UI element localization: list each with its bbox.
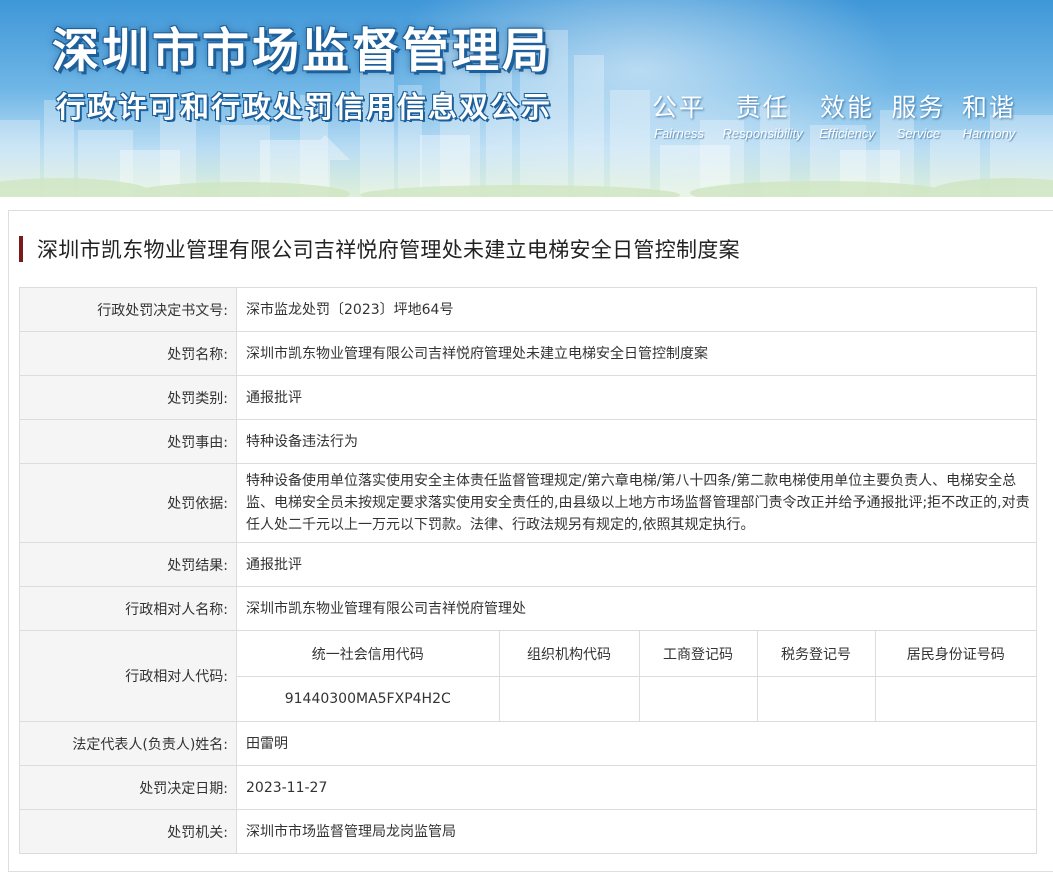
- codes-value: [874, 676, 1036, 721]
- slogan-cn: 责任: [735, 93, 790, 122]
- slogan-bar: 公平 Fairness 责任 Responsibility 效能 Efficie…: [652, 88, 1016, 141]
- table-row: 处罚依据: 特种设备使用单位落实使用安全主体责任监督管理规定/第六章电梯/第八十…: [19, 463, 1037, 543]
- slogan-cn: 公平: [652, 93, 707, 122]
- slogan-responsibility: 责任 Responsibility: [723, 88, 803, 141]
- slogan-en: Efficiency: [819, 126, 875, 141]
- codes-value: [638, 676, 757, 721]
- row-label: 处罚类别:: [19, 375, 237, 420]
- title-accent-bar: [19, 236, 23, 262]
- table-row-codes: 行政相对人代码: 统一社会信用代码 组织机构代码 工商登记码 税务登记号 居民身…: [19, 630, 1037, 722]
- row-label: 法定代表人(负责人)姓名:: [19, 721, 237, 766]
- table-row: 处罚事由: 特种设备违法行为: [19, 419, 1037, 464]
- codes-table: 统一社会信用代码 组织机构代码 工商登记码 税务登记号 居民身份证号码 9144…: [237, 631, 1036, 721]
- codes-header: 工商登记码: [638, 631, 757, 677]
- row-label: 行政处罚决定书文号:: [19, 287, 237, 332]
- row-label: 处罚事由:: [19, 419, 237, 464]
- slogan-en: Service: [896, 126, 941, 141]
- table-row: 处罚决定日期: 2023-11-27: [19, 765, 1037, 810]
- row-value: 通报批评: [236, 375, 1037, 420]
- slogan-cn: 和谐: [961, 93, 1016, 122]
- row-label: 处罚结果:: [19, 542, 237, 587]
- codes-header: 税务登记号: [756, 631, 875, 677]
- table-row: 处罚机关: 深圳市市场监督管理局龙岗监管局: [19, 809, 1037, 854]
- slogan-en: Responsibility: [722, 126, 803, 141]
- slogan-cn: 效能: [820, 93, 875, 122]
- table-row: 处罚类别: 通报批评: [19, 375, 1037, 420]
- site-title: 深圳市市场监督管理局: [52, 24, 552, 79]
- row-value: 深圳市凯东物业管理有限公司吉祥悦府管理处未建立电梯安全日管控制度案: [236, 331, 1037, 376]
- table-row: 行政处罚决定书文号: 深市监龙处罚〔2023〕坪地64号: [19, 287, 1037, 332]
- slogan-efficiency: 效能 Efficiency: [819, 88, 875, 141]
- codes-value: [756, 676, 875, 721]
- row-label: 处罚名称:: [19, 331, 237, 376]
- codes-value: 91440300MA5FXP4H2C: [284, 691, 451, 707]
- site-subtitle: 行政许可和行政处罚信用信息双公示: [56, 90, 553, 124]
- row-value: 田雷明: [236, 721, 1037, 766]
- codes-header: 统一社会信用代码: [237, 631, 499, 677]
- row-label: 处罚依据:: [19, 463, 237, 543]
- codes-cell: 统一社会信用代码 组织机构代码 工商登记码 税务登记号 居民身份证号码 9144…: [236, 630, 1037, 722]
- row-label: 行政相对人代码:: [19, 630, 237, 722]
- slogan-en: Harmony: [962, 126, 1016, 141]
- table-row: 处罚名称: 深圳市凯东物业管理有限公司吉祥悦府管理处未建立电梯安全日管控制度案: [19, 331, 1037, 376]
- slogan-fairness: 公平 Fairness: [652, 88, 706, 141]
- header-banner: 深圳市市场监督管理局 行政许可和行政处罚信用信息双公示 公平 Fairness …: [0, 0, 1053, 197]
- table-row: 行政相对人名称: 深圳市凯东物业管理有限公司吉祥悦府管理处: [19, 586, 1037, 631]
- row-value: 深圳市市场监督管理局龙岗监管局: [236, 809, 1037, 854]
- row-value: 特种设备违法行为: [236, 419, 1037, 464]
- table-row: 处罚结果: 通报批评: [19, 542, 1037, 587]
- slogan-service: 服务 Service: [891, 88, 945, 141]
- case-detail-panel: 深圳市凯东物业管理有限公司吉祥悦府管理处未建立电梯安全日管控制度案 行政处罚决定…: [8, 210, 1053, 872]
- row-label: 处罚决定日期:: [19, 765, 237, 810]
- table-row: 法定代表人(负责人)姓名: 田雷明: [19, 721, 1037, 766]
- row-label: 行政相对人名称:: [19, 586, 237, 631]
- codes-header-row: 统一社会信用代码 组织机构代码 工商登记码 税务登记号 居民身份证号码: [237, 631, 1036, 677]
- row-value: 深圳市凯东物业管理有限公司吉祥悦府管理处: [236, 586, 1037, 631]
- row-value: 特种设备使用单位落实使用安全主体责任监督管理规定/第六章电梯/第八十四条/第二款…: [236, 463, 1037, 543]
- slogan-harmony: 和谐 Harmony: [962, 88, 1016, 141]
- case-heading: 深圳市凯东物业管理有限公司吉祥悦府管理处未建立电梯安全日管控制度案: [19, 235, 740, 263]
- codes-value-row: 91440300MA5FXP4H2C: [237, 676, 1036, 721]
- row-value: 2023-11-27: [236, 765, 1037, 810]
- row-value: 通报批评: [236, 542, 1037, 587]
- case-title: 深圳市凯东物业管理有限公司吉祥悦府管理处未建立电梯安全日管控制度案: [37, 238, 740, 262]
- slogan-en: Fairness: [654, 126, 704, 141]
- codes-header: 居民身份证号码: [874, 631, 1036, 677]
- codes-header: 组织机构代码: [498, 631, 639, 677]
- slogan-cn: 服务: [891, 93, 946, 122]
- codes-value: [498, 676, 639, 721]
- row-value: 深市监龙处罚〔2023〕坪地64号: [236, 287, 1037, 332]
- row-label: 处罚机关:: [19, 809, 237, 854]
- case-info-table: 行政处罚决定书文号: 深市监龙处罚〔2023〕坪地64号 处罚名称: 深圳市凯东…: [19, 287, 1037, 854]
